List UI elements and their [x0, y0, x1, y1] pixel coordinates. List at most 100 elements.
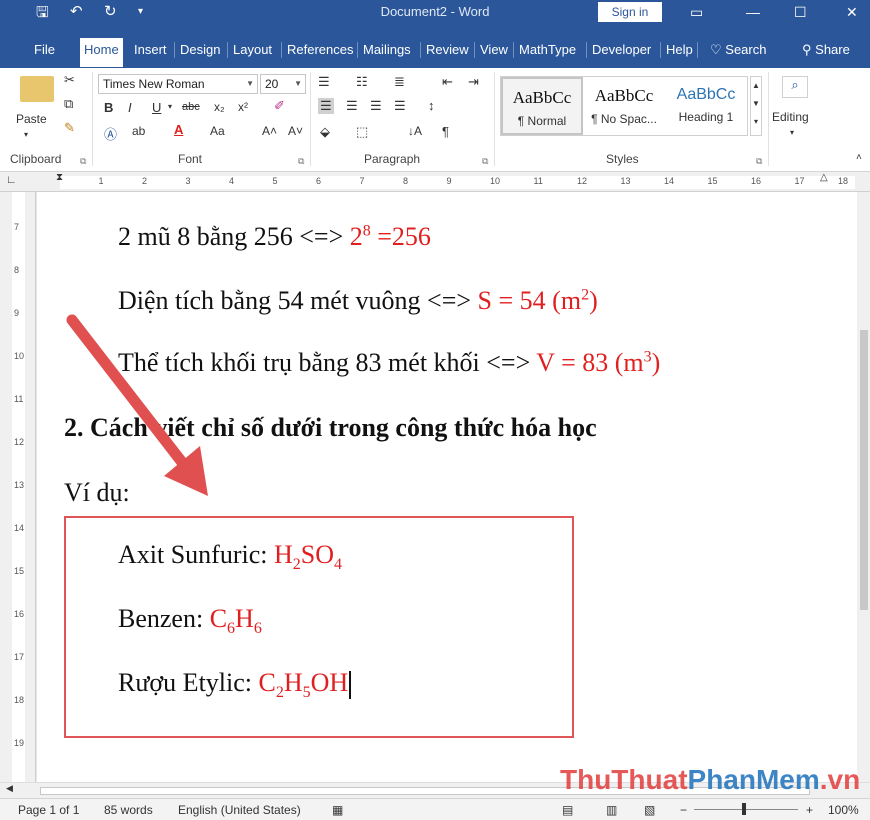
vertical-scroll-thumb[interactable] [860, 330, 868, 610]
chevron-down-icon[interactable]: ▼ [246, 75, 254, 93]
decrease-indent-icon[interactable]: ⇤ [442, 74, 453, 90]
page-count[interactable]: Page 1 of 1 [18, 803, 79, 817]
styles-launcher-icon[interactable]: ⧉ [756, 156, 762, 167]
chem2-part: C [209, 604, 228, 633]
sign-in-button[interactable]: Sign in [598, 2, 662, 22]
scroll-left-icon[interactable]: ◀ [6, 783, 13, 794]
paste-button[interactable]: Paste [16, 112, 47, 126]
style-no-spacing[interactable]: AaBbCc ¶ No Spac... [583, 77, 665, 135]
clipboard-launcher-icon[interactable]: ⧉ [80, 156, 86, 167]
maximize-button[interactable]: ☐ [794, 0, 807, 24]
tab-selector-icon[interactable]: ∟ [6, 174, 17, 186]
collapse-ribbon-icon[interactable]: ˄ [856, 152, 862, 163]
show-formatting-icon[interactable]: ¶ [442, 124, 449, 139]
print-layout-icon[interactable]: ▥ [606, 803, 617, 817]
grow-font-icon[interactable]: A˄ [262, 124, 277, 138]
line-spacing-icon[interactable]: ↕ [428, 98, 435, 113]
tab-separator [357, 42, 358, 58]
subscript-icon[interactable]: x₂ [214, 100, 225, 114]
clipboard-icon[interactable] [20, 76, 54, 102]
horizontal-ruler[interactable]: ∟ ⧗ △ 1 2 3 4 5 6 7 8 9 10 11 12 13 14 15 16 17 18 [0, 172, 870, 192]
minimize-button[interactable]: — [746, 0, 760, 24]
format-painter-icon[interactable]: ✎ [64, 120, 75, 136]
zoom-slider-thumb[interactable] [742, 803, 746, 815]
align-center-icon[interactable]: ☰ [346, 98, 358, 114]
paste-dropdown-icon[interactable]: ▾ [24, 130, 28, 139]
read-mode-icon[interactable]: ▤ [562, 803, 573, 817]
tab-review[interactable]: Review [422, 39, 473, 61]
font-color-icon[interactable]: A [174, 122, 183, 137]
zoom-slider[interactable] [694, 809, 798, 810]
font-launcher-icon[interactable]: ⧉ [298, 156, 304, 167]
language[interactable]: English (United States) [178, 803, 301, 817]
multilevel-list-icon[interactable]: ≣ [394, 74, 405, 90]
paragraph-launcher-icon[interactable]: ⧉ [482, 156, 488, 167]
tab-insert[interactable]: Insert [130, 39, 171, 61]
zoom-level[interactable]: 100% [828, 803, 859, 817]
font-name-box[interactable]: Times New Roman ▼ [98, 74, 258, 94]
ribbon-display-icon[interactable]: ▭ [690, 0, 703, 24]
line2-exponent: 2 [581, 286, 590, 304]
underline-icon[interactable]: U [152, 100, 161, 115]
right-indent-marker-icon[interactable]: △ [820, 172, 828, 183]
chem-line-3[interactable]: Rượu Etylic: C2H5OH [118, 668, 351, 702]
style-name: ¶ No Spac... [591, 112, 657, 126]
styles-scroll[interactable]: ▲ ▼ ▾ [750, 76, 762, 136]
numbering-icon[interactable]: ☷ [356, 74, 368, 90]
style-heading-1[interactable]: AaBbCc Heading 1 [665, 77, 747, 135]
word-count[interactable]: 85 words [104, 803, 153, 817]
tab-mailings[interactable]: Mailings [359, 39, 415, 61]
justify-icon[interactable]: ☰ [394, 98, 406, 114]
chem-line-1[interactable]: Axit Sunfuric: H2SO4 [118, 540, 342, 574]
tab-developer[interactable]: Developer [588, 39, 655, 61]
shrink-font-icon[interactable]: A˅ [288, 124, 303, 138]
indent-marker-icon[interactable]: ⧗ [56, 172, 63, 183]
chem1-subscript: 4 [334, 556, 343, 574]
tab-layout[interactable]: Layout [229, 39, 276, 61]
tab-design[interactable]: Design [176, 39, 224, 61]
chevron-down-icon[interactable]: ▼ [294, 75, 302, 93]
shading-icon[interactable]: ⬙ [320, 124, 330, 140]
group-separator [494, 72, 495, 166]
align-left-icon[interactable]: ☰ [318, 98, 334, 114]
chem1-part: H [274, 540, 293, 569]
borders-icon[interactable]: ⬚ [356, 124, 368, 140]
search-icon[interactable]: ⌕ [782, 76, 808, 98]
tell-me-search[interactable]: ♡ Search [706, 39, 770, 61]
chem-line-2[interactable]: Benzen: C6H6 [118, 604, 262, 638]
sort-icon[interactable]: ↓A [408, 124, 422, 138]
tab-help[interactable]: Help [662, 39, 697, 61]
zoom-out-icon[interactable]: − [680, 803, 687, 817]
superscript-icon[interactable]: x² [238, 100, 248, 114]
text-effects-icon[interactable]: Ⓐ [104, 124, 117, 143]
highlight-color-icon[interactable]: ab [132, 124, 145, 138]
copy-icon[interactable]: ⧉ [64, 96, 73, 112]
web-layout-icon[interactable]: ▧ [644, 803, 655, 817]
cut-icon[interactable]: ✂ [64, 72, 75, 88]
font-size-box[interactable]: 20 ▼ [260, 74, 306, 94]
tab-home[interactable]: Home [80, 38, 123, 67]
close-button[interactable]: ✕ [846, 0, 858, 24]
bold-icon[interactable]: B [104, 100, 113, 115]
align-right-icon[interactable]: ☰ [370, 98, 382, 114]
tab-mathtype[interactable]: MathType [515, 39, 580, 61]
share-button[interactable]: ⚲ Share [798, 39, 854, 61]
underline-dropdown-icon[interactable]: ▾ [168, 102, 172, 111]
italic-icon[interactable]: I [128, 100, 132, 115]
editing-button[interactable]: Editing [772, 110, 809, 124]
tab-view[interactable]: View [476, 39, 512, 61]
style-normal[interactable]: AaBbCc ¶ Normal [501, 77, 583, 135]
ruler-number: 16 [14, 609, 25, 619]
tab-file[interactable]: File [30, 39, 59, 61]
tab-references[interactable]: References [283, 39, 357, 61]
paragraph-line1[interactable]: 2 mũ 8 bằng 256 <=> 28 =256 [118, 222, 431, 252]
increase-indent-icon[interactable]: ⇥ [468, 74, 479, 90]
clear-formatting-icon[interactable]: ✐ [274, 98, 285, 114]
bullets-icon[interactable]: ☰ [318, 74, 330, 90]
editing-dropdown-icon[interactable]: ▾ [790, 128, 794, 137]
zoom-in-icon[interactable]: + [806, 803, 813, 817]
strikethrough-icon[interactable]: abc [182, 101, 200, 113]
change-case-icon[interactable]: Aa [210, 124, 225, 138]
ruler-number: 4 [229, 176, 235, 186]
proofing-icon[interactable]: ▦ [332, 803, 343, 817]
